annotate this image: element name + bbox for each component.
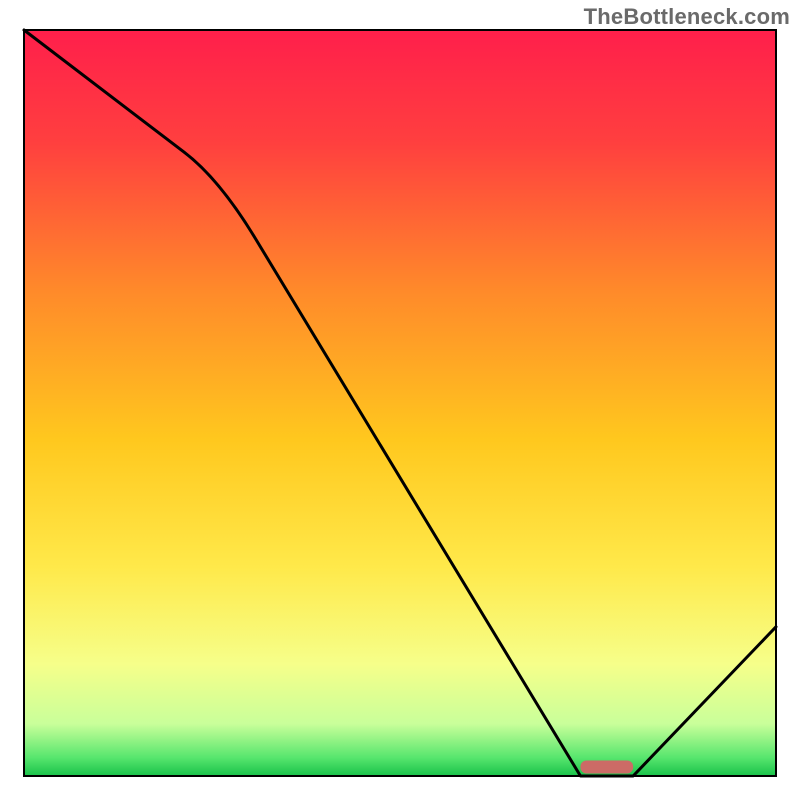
chart-container: TheBottleneck.com: [0, 0, 800, 800]
optimal-range-marker: [580, 761, 633, 774]
bottleneck-chart: [0, 0, 800, 800]
plot-background: [24, 30, 776, 776]
